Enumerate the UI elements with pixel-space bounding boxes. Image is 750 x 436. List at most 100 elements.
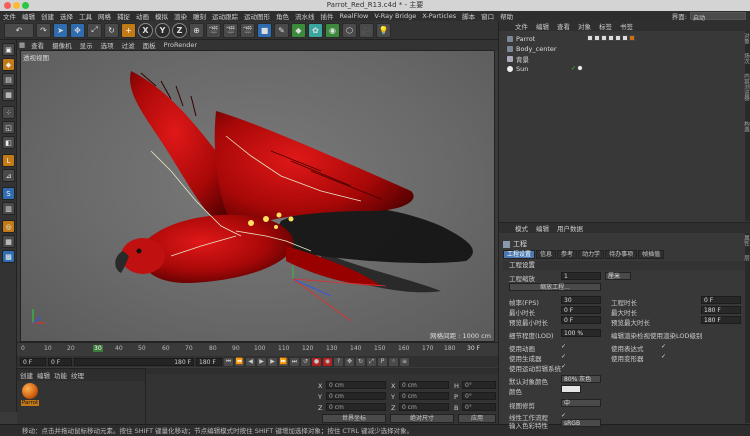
- coord-pos-x-field[interactable]: 0 cm: [326, 381, 386, 389]
- pen-spline-icon[interactable]: ✎: [274, 22, 289, 38]
- keyframe-icon[interactable]: ?: [334, 357, 343, 366]
- goto-end-icon[interactable]: ⏭: [290, 357, 299, 366]
- minimize-window-icon[interactable]: [13, 2, 20, 9]
- side-tab-takes[interactable]: 场次: [743, 53, 750, 64]
- deformer-icon[interactable]: ◉: [325, 22, 340, 38]
- attr-menu-user-data[interactable]: 用户数据: [553, 223, 587, 233]
- snap-icon[interactable]: S: [2, 187, 15, 200]
- use-animation-checkbox[interactable]: ✓: [561, 344, 567, 350]
- use-motion-system-checkbox[interactable]: ✓: [561, 364, 567, 370]
- object-menu-edit[interactable]: 编辑: [532, 21, 553, 31]
- menu-render[interactable]: 渲染: [171, 11, 190, 21]
- goto-start-icon[interactable]: ⏮: [224, 357, 233, 366]
- menu-script[interactable]: 脚本: [459, 11, 478, 21]
- preview-range-slider[interactable]: 180 F: [74, 357, 194, 366]
- side-tab-content[interactable]: 内容浏览器: [743, 73, 750, 101]
- record-icon[interactable]: ●: [312, 357, 321, 366]
- param-key-icon[interactable]: P: [378, 357, 387, 366]
- prev-key-icon[interactable]: ⏪: [235, 357, 244, 366]
- viewport-view-icon[interactable]: ▦: [17, 41, 27, 49]
- tag-icon[interactable]: [615, 35, 621, 41]
- object-menu-tags[interactable]: 标签: [595, 21, 616, 31]
- object-row-sun[interactable]: Sun: [507, 64, 528, 73]
- menu-window[interactable]: 窗口: [478, 11, 497, 21]
- render-settings-icon[interactable]: 🎬: [240, 22, 255, 38]
- undo-icon[interactable]: ↶: [4, 22, 34, 38]
- recent-tools-icon[interactable]: +: [121, 22, 136, 38]
- coord-rot-b-field[interactable]: 0°: [462, 403, 496, 411]
- point-key-icon[interactable]: ⁘: [389, 357, 398, 366]
- material-menu-texture[interactable]: 纹理: [71, 370, 84, 380]
- coord-size-z-field[interactable]: 0 cm: [399, 403, 449, 411]
- default-color-dropdown[interactable]: 80% 灰色: [561, 375, 601, 383]
- scale-tool-icon[interactable]: ⤢: [87, 22, 102, 38]
- scale-project-button[interactable]: 缩放工程...: [509, 283, 601, 291]
- solo-icon[interactable]: ◎: [2, 220, 15, 233]
- tab-reference[interactable]: 参考: [557, 250, 578, 259]
- menu-create[interactable]: 创建: [38, 11, 57, 21]
- coordinate-system-icon[interactable]: ⊕: [189, 22, 204, 38]
- viewport-menu-panel[interactable]: 面板: [139, 40, 160, 50]
- model-mode-icon[interactable]: ◆: [2, 58, 15, 71]
- coord-mode-world-dropdown[interactable]: 世界坐标: [322, 414, 386, 423]
- axis-mode-icon[interactable]: L: [2, 154, 15, 167]
- material-menu-function[interactable]: 功能: [54, 370, 67, 380]
- fcurve-icon[interactable]: ≡: [400, 357, 409, 366]
- max-time-field[interactable]: 180 F: [701, 306, 741, 314]
- current-frame-field[interactable]: 0 F: [20, 357, 46, 366]
- z-axis-lock-button[interactable]: Z: [172, 22, 187, 38]
- side-tab-objects[interactable]: 对象: [743, 33, 750, 44]
- light-icon[interactable]: 💡: [376, 22, 391, 38]
- lod-field[interactable]: 100 %: [561, 329, 601, 337]
- zoom-window-icon[interactable]: [22, 2, 29, 9]
- menu-snap[interactable]: 捕捉: [114, 11, 133, 21]
- object-menu-object[interactable]: 对象: [574, 21, 595, 31]
- menu-select[interactable]: 选择: [57, 11, 76, 21]
- texture-mode-icon[interactable]: ▤: [2, 73, 15, 86]
- attr-menu-edit[interactable]: 编辑: [532, 223, 553, 233]
- redo-icon[interactable]: ↷: [36, 22, 51, 38]
- viewport-menu-display[interactable]: 显示: [76, 40, 97, 50]
- viewport-menu-filter[interactable]: 过滤: [118, 40, 139, 50]
- scale-key-icon[interactable]: ⤢: [367, 357, 376, 366]
- min-time-field[interactable]: 0 F: [561, 306, 601, 314]
- side-tab-attributes[interactable]: 属性: [743, 235, 750, 246]
- menu-realflow[interactable]: RealFlow: [337, 12, 372, 20]
- object-row-background[interactable]: 背景: [507, 54, 529, 64]
- close-window-icon[interactable]: [4, 2, 11, 9]
- coord-apply-button[interactable]: 应用: [458, 414, 496, 423]
- menu-help[interactable]: 帮助: [497, 11, 516, 21]
- grid-icon[interactable]: ▦: [2, 235, 15, 248]
- perspective-viewport[interactable]: 透视视图 网格间距: 1000 cm: [20, 50, 495, 342]
- menu-animate[interactable]: 动画: [133, 11, 152, 21]
- viewport-menu-camera[interactable]: 摄像机: [48, 40, 76, 50]
- coord-rot-p-field[interactable]: 0°: [462, 392, 496, 400]
- menu-simulate[interactable]: 模拟: [152, 11, 171, 21]
- side-tab-layers[interactable]: 层: [743, 255, 750, 261]
- render-view-icon[interactable]: 🎬: [206, 22, 221, 38]
- next-frame-icon[interactable]: ▶: [268, 357, 277, 366]
- side-tab-structure[interactable]: 构造: [743, 121, 750, 132]
- material-menu-create[interactable]: 创建: [20, 370, 33, 380]
- select-tool-icon[interactable]: ➤: [53, 22, 68, 38]
- environment-icon[interactable]: ⬡: [342, 22, 357, 38]
- array-icon[interactable]: ✿: [308, 22, 323, 38]
- make-editable-icon[interactable]: ▣: [2, 43, 15, 56]
- menu-file[interactable]: 文件: [0, 11, 19, 21]
- project-scale-unit-dropdown[interactable]: 厘米: [605, 272, 631, 280]
- tag-icon[interactable]: [608, 35, 614, 41]
- y-axis-lock-button[interactable]: Y: [155, 22, 170, 38]
- object-menu-file[interactable]: 文件: [511, 21, 532, 31]
- preview-max-field[interactable]: 180 F: [701, 316, 741, 324]
- tab-todo[interactable]: 待办事项: [605, 250, 638, 259]
- points-mode-icon[interactable]: ⁘: [2, 106, 15, 119]
- menu-mesh[interactable]: 网格: [95, 11, 114, 21]
- menu-edit[interactable]: 编辑: [19, 11, 38, 21]
- view-clipping-dropdown[interactable]: 中: [561, 399, 601, 407]
- quantize-icon[interactable]: ▩: [2, 250, 15, 263]
- polygons-mode-icon[interactable]: ◧: [2, 136, 15, 149]
- material-swatch[interactable]: Parrot: [21, 383, 39, 407]
- interface-select[interactable]: 启动: [690, 12, 746, 22]
- enabled-check-icon[interactable]: ✓: [571, 65, 576, 73]
- viewport-menu-view[interactable]: 查看: [27, 40, 48, 50]
